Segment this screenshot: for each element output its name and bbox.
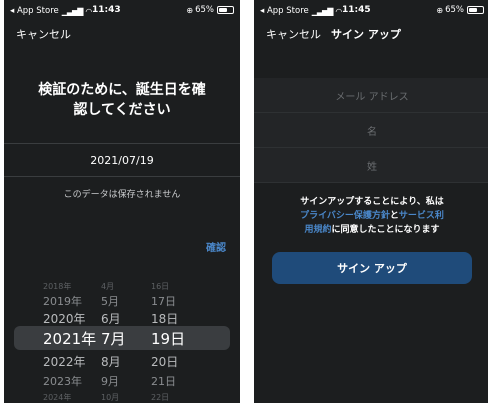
privacy-note: このデータは保存されません xyxy=(63,190,181,200)
picker-row-selected[interactable]: 2021年 7月 19日 xyxy=(4,329,240,349)
nav-bar: キャンセル サイン アップ xyxy=(266,26,401,42)
orientation-lock-icon: ⊕ xyxy=(436,5,444,15)
nav-bar: キャンセル xyxy=(16,26,71,42)
picker-row[interactable]: 2022年 8月 20日 xyxy=(4,352,240,372)
battery-icon xyxy=(467,6,484,14)
confirm-button[interactable]: 確認 xyxy=(206,239,226,254)
battery-icon xyxy=(217,6,234,14)
picker-day: 20日 xyxy=(151,355,179,369)
last-name-placeholder: 姓 xyxy=(367,161,377,173)
first-name-field[interactable]: 名 xyxy=(254,113,488,148)
date-picker[interactable]: 2018年 4月 16日 2019年 5月 17日 2020年 6月 18日 2021年 7月 19日… xyxy=(4,274,240,403)
last-name-field[interactable]: 姓 xyxy=(254,148,488,183)
first-name-placeholder: 名 xyxy=(367,126,377,138)
signal-icon: ▁▃▅▇ xyxy=(61,6,84,16)
battery-percent: 65% xyxy=(445,5,464,15)
terms-of-service-link-part-2[interactable]: 用規約 xyxy=(304,225,331,235)
signup-button[interactable]: サイン アップ xyxy=(272,252,472,284)
terms-text: サインアップすることにより、私は プライバシー保護方針とサービス利 用規約に同意… xyxy=(274,195,470,237)
back-to-app-store[interactable]: ◂ App Store xyxy=(260,6,309,16)
picker-month: 6月 xyxy=(101,312,121,326)
status-time: 11:45 xyxy=(342,5,371,15)
back-to-app-store[interactable]: ◂ App Store xyxy=(10,6,59,16)
email-field[interactable]: メール アドレス xyxy=(254,78,488,113)
terms-line-1: サインアップすることにより、私は xyxy=(300,197,444,207)
picker-year: 2024年 xyxy=(43,393,72,402)
picker-day: 22日 xyxy=(151,393,170,402)
birthday-value: 2021/07/19 xyxy=(90,153,154,167)
privacy-policy-link[interactable]: プライバシー保護方針 xyxy=(300,211,390,221)
terms-and: と xyxy=(389,211,399,221)
cancel-button[interactable]: キャンセル xyxy=(266,26,321,42)
picker-year: 2022年 xyxy=(43,355,86,369)
page-title: サイン アップ xyxy=(331,28,401,41)
orientation-lock-icon: ⊕ xyxy=(186,5,194,15)
signup-screen: ◂ App Store ▁▃▅▇ ◠ 11:45 ⊕ 65% キャンセル サイン… xyxy=(254,0,488,403)
status-time: 11:43 xyxy=(92,5,121,15)
picker-row[interactable]: 2020年 6月 18日 xyxy=(4,309,240,329)
status-bar: ◂ App Store ▁▃▅▇ ◠ 11:45 ⊕ 65% xyxy=(254,0,488,22)
status-bar: ◂ App Store ▁▃▅▇ ◠ 11:43 ⊕ 65% xyxy=(4,0,240,22)
picker-month: 10月 xyxy=(101,393,120,402)
email-placeholder: メール アドレス xyxy=(335,91,409,103)
cancel-button[interactable]: キャンセル xyxy=(16,26,71,42)
signup-button-label: サイン アップ xyxy=(337,262,407,275)
picker-month: 8月 xyxy=(101,355,121,369)
picker-year: 2021年 xyxy=(43,330,97,348)
picker-row[interactable]: 2024年 10月 22日 xyxy=(4,388,240,403)
terms-suffix: に同意したことになります xyxy=(331,225,440,235)
page-title-line-2: 認してください xyxy=(73,102,171,118)
page-title-line-1: 検証のために、誕生日を確 xyxy=(38,82,206,98)
picker-year: 2020年 xyxy=(43,312,86,326)
picker-day: 18日 xyxy=(151,312,179,326)
signal-icon: ▁▃▅▇ xyxy=(311,6,334,16)
terms-of-service-link-part-1[interactable]: サービス利 xyxy=(399,211,444,221)
battery-percent: 65% xyxy=(195,5,214,15)
battery-fill xyxy=(469,8,478,12)
birthday-screen: ◂ App Store ▁▃▅▇ ◠ 11:43 ⊕ 65% キャンセル 検証の… xyxy=(4,0,240,403)
battery-fill xyxy=(219,8,228,12)
birthday-field[interactable]: 2021/07/19 xyxy=(4,143,240,177)
page-title: 検証のために、誕生日を確 認してください xyxy=(22,80,222,120)
picker-day: 19日 xyxy=(151,330,186,348)
picker-month: 7月 xyxy=(101,330,126,348)
